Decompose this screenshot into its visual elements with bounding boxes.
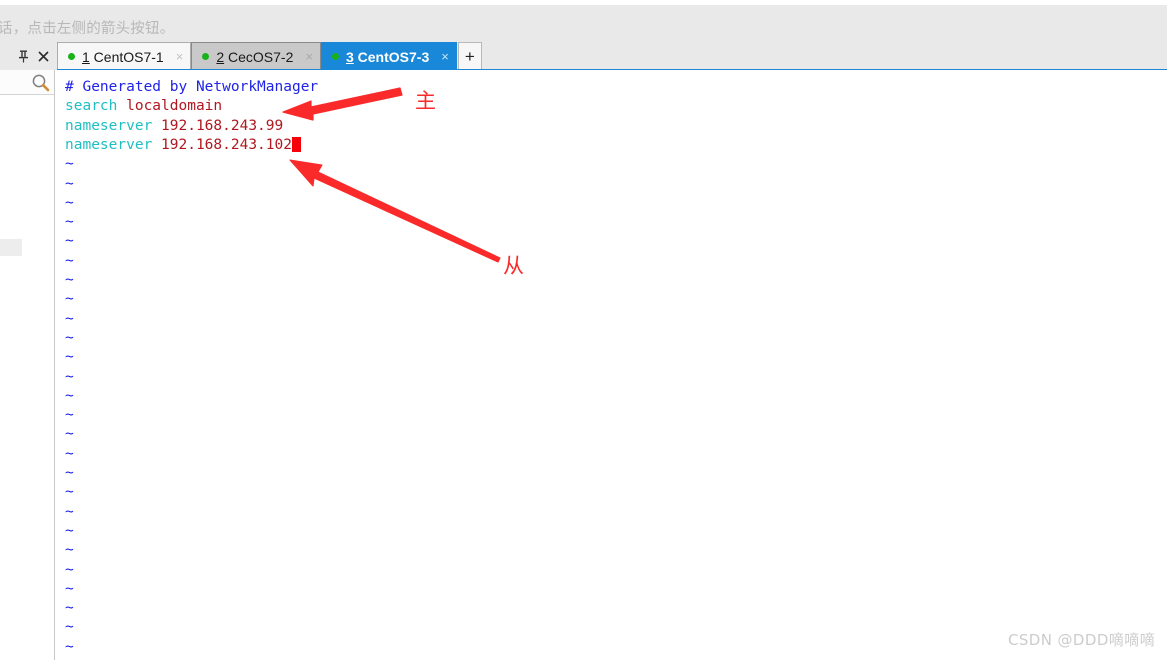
tab-label: 1 CentOS7-1 (82, 49, 164, 65)
terminal-empty-line-marker: ~ (65, 503, 74, 520)
terminal-empty-line-marker: ~ (65, 272, 74, 288)
terminal-keyword: nameserver (65, 117, 162, 134)
tab-status-dot (68, 53, 75, 60)
terminal-vim-buffer[interactable]: # Generated by NetworkManager search loca… (56, 70, 1167, 660)
tab-index: 3 (345, 48, 354, 65)
terminal-empty-line-marker: ~ (65, 619, 74, 636)
tab-name: CentOS7-3 (353, 48, 430, 65)
tab-list: 1 CentOS7-1 × 2 CecOS7-2 × 3 CentOS7-3 ×… (57, 42, 482, 70)
close-icon[interactable] (38, 50, 49, 62)
pin-icon[interactable] (18, 50, 29, 63)
tab-cecos7-2[interactable]: 2 CecOS7-2 × (191, 42, 321, 70)
top-notice-bar: 话，点击左侧的箭头按钮。 (0, 0, 1167, 42)
tab-centos7-1[interactable]: 1 CentOS7-1 × (57, 42, 192, 70)
terminal-empty-line-marker: ~ (65, 580, 74, 597)
terminal-cursor (291, 136, 301, 152)
terminal-empty-line-marker: ~ (65, 252, 74, 269)
terminal-empty-line-marker: ~ (65, 349, 74, 366)
sidebar-item-session-3[interactable]: 3 (0, 239, 22, 256)
terminal-value: 192.168.243.99 (161, 117, 284, 134)
terminal-empty-line-marker: ~ (65, 156, 74, 173)
tab-name: CecOS7-2 (224, 48, 294, 65)
tab-name: CentOS7-1 (89, 48, 164, 65)
tab-status-dot (202, 53, 210, 60)
terminal-value: 192.168.243.102 (161, 136, 292, 153)
sidebar-search-bar[interactable] (0, 70, 54, 95)
terminal-value: localdomain (126, 98, 223, 115)
tab-index: 2 (216, 48, 225, 65)
terminal-line: nameserver 192.168.243.102 (65, 136, 301, 155)
search-icon[interactable] (31, 73, 50, 97)
tab-label: 2 CecOS7-2 (216, 49, 293, 65)
terminal-line: nameserver 192.168.243.99 (65, 117, 283, 136)
tab-close-icon[interactable]: × (441, 50, 449, 63)
tab-strip-tools (0, 42, 57, 70)
new-tab-button[interactable]: + (457, 42, 482, 70)
terminal-empty-line-marker: ~ (65, 445, 74, 462)
terminal-empty-line-marker: ~ (65, 638, 74, 655)
terminal-empty-line-marker: ~ (65, 368, 74, 385)
tab-close-icon[interactable]: × (176, 50, 184, 63)
tab-status-dot (331, 53, 339, 60)
terminal-empty-line-marker: ~ (65, 387, 74, 404)
tab-close-icon[interactable]: × (305, 50, 313, 63)
terminal-line: # Generated by NetworkManager (65, 78, 318, 97)
top-notice-text: 话，点击左侧的箭头按钮。 (0, 21, 175, 37)
terminal-empty-line-marker: ~ (65, 465, 74, 481)
terminal-empty-line-marker: ~ (65, 484, 74, 501)
session-sidebar: 1 3 (0, 70, 55, 660)
terminal-empty-line-marker: ~ (65, 522, 74, 539)
terminal-line: search localdomain (65, 97, 222, 116)
csdn-watermark: CSDN @DDD嘀嘀嘀 (1008, 631, 1155, 649)
terminal-empty-line-marker: ~ (65, 291, 74, 308)
terminal-empty-line-marker: ~ (65, 233, 74, 250)
sidebar-item-session-1[interactable]: 1 (0, 215, 22, 232)
terminal-comment: # Generated by NetworkManager (65, 79, 319, 95)
terminal-keyword: nameserver (65, 136, 162, 153)
tab-centos7-3[interactable]: 3 CentOS7-3 × (320, 42, 457, 70)
terminal-empty-line-marker: ~ (65, 214, 74, 231)
terminal-empty-line-marker: ~ (65, 407, 74, 424)
tab-label: 3 CentOS7-3 (346, 49, 429, 65)
terminal-empty-line-marker: ~ (65, 310, 74, 327)
terminal-empty-line-marker: ~ (65, 175, 74, 192)
terminal-empty-line-marker: ~ (65, 561, 74, 578)
terminal-empty-line-marker: ~ (65, 426, 74, 443)
tab-strip: 1 CentOS7-1 × 2 CecOS7-2 × 3 CentOS7-3 ×… (0, 42, 1167, 70)
slave-annotation-label: 从 (503, 254, 524, 278)
terminal-empty-line-marker: ~ (65, 600, 74, 617)
terminal-keyword: search (65, 98, 127, 115)
terminal-empty-line-marker: ~ (65, 542, 74, 559)
terminal-empty-line-marker: ~ (65, 194, 74, 211)
master-annotation-label: 主 (415, 89, 436, 113)
tab-index: 1 (82, 48, 90, 65)
terminal-empty-line-marker: ~ (65, 329, 74, 346)
